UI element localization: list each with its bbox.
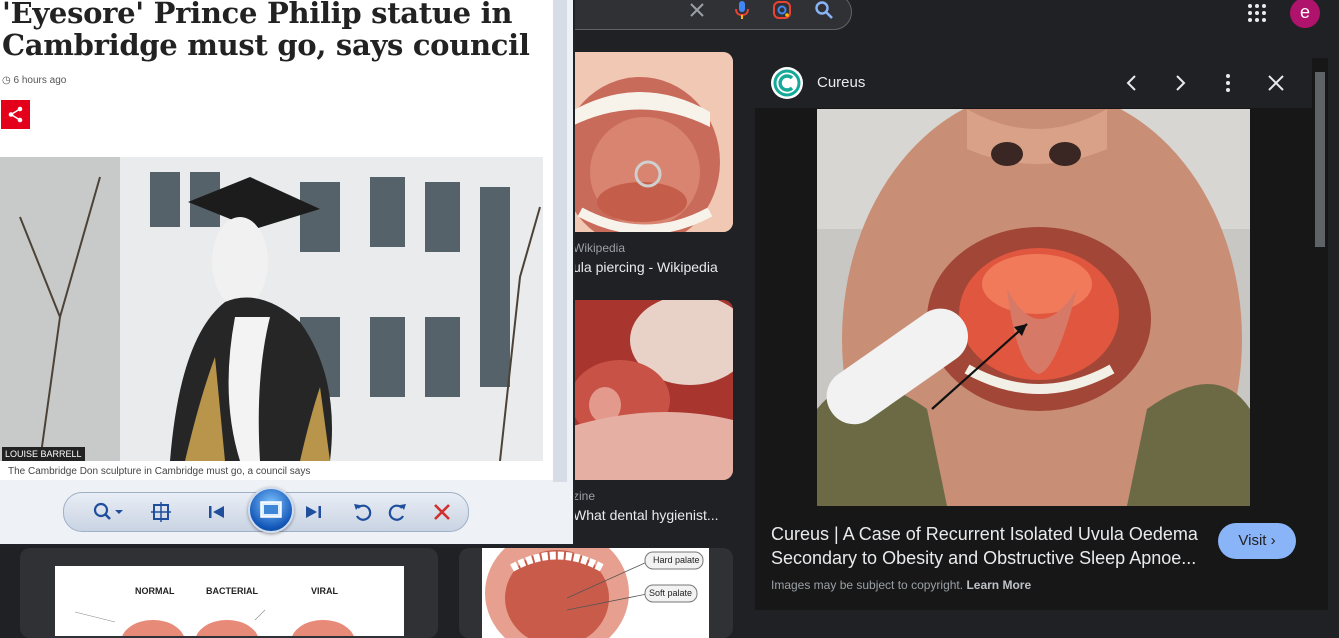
visit-label: Visit bbox=[1238, 532, 1267, 549]
diagram-label: BACTERIAL bbox=[206, 586, 258, 596]
result-card-tonsillitis[interactable]: NORMAL BACTERIAL VIRAL bbox=[20, 548, 438, 638]
copyright-text: Images may be subject to copyright. bbox=[771, 578, 964, 592]
share-button[interactable] bbox=[1, 100, 30, 129]
result-source: Wikipedia bbox=[573, 241, 626, 255]
rotate-counterclockwise-icon[interactable] bbox=[352, 502, 374, 522]
diagram-label: NORMAL bbox=[135, 586, 175, 596]
viewer-scrollbar[interactable] bbox=[553, 0, 567, 482]
mouth-piercing-photo bbox=[560, 52, 733, 232]
zoom-icon[interactable] bbox=[92, 502, 124, 522]
microphone-icon[interactable] bbox=[731, 0, 753, 21]
preview-header: Cureus bbox=[755, 58, 1312, 108]
preview-title[interactable]: Cureus | A Case of Recurrent Isolated Uv… bbox=[771, 522, 1211, 570]
mouth-diagrams bbox=[74, 609, 354, 636]
scrollbar-thumb[interactable] bbox=[1315, 72, 1325, 247]
chevron-right-icon: › bbox=[1270, 532, 1276, 549]
visit-button[interactable]: Visit › bbox=[1218, 523, 1296, 559]
article-timestamp: ◷ 6 hours ago bbox=[2, 75, 66, 86]
next-photo-icon[interactable] bbox=[302, 502, 324, 522]
diagram-label: VIRAL bbox=[311, 586, 338, 596]
timestamp-text: 6 hours ago bbox=[13, 75, 67, 86]
more-options-icon[interactable] bbox=[1216, 71, 1240, 95]
share-icon bbox=[8, 106, 23, 123]
learn-more-link[interactable]: Learn More bbox=[966, 578, 1031, 592]
close-icon[interactable] bbox=[1264, 71, 1288, 95]
result-image-uvula-piercing[interactable] bbox=[560, 52, 733, 232]
article-screenshot: 'Eyesore' Prince Philip statue in Cambri… bbox=[0, 0, 553, 480]
clear-icon[interactable] bbox=[686, 0, 708, 21]
previous-photo-icon[interactable] bbox=[206, 502, 228, 522]
statue-photo bbox=[0, 157, 543, 461]
site-name[interactable]: Cureus bbox=[817, 74, 865, 91]
slideshow-button[interactable] bbox=[248, 487, 294, 533]
preview-image[interactable] bbox=[817, 89, 1250, 589]
rotate-clockwise-icon[interactable] bbox=[386, 502, 408, 522]
apps-grid-icon[interactable] bbox=[1247, 3, 1267, 23]
preview-scrollbar[interactable] bbox=[1312, 58, 1328, 610]
open-mouth-photo bbox=[817, 89, 1250, 589]
viewer-toolbar bbox=[63, 487, 469, 533]
palate-label: Hard palate bbox=[653, 555, 700, 565]
palate-diagram: Hard palate Soft palate bbox=[482, 548, 709, 638]
search-input[interactable] bbox=[540, 0, 852, 30]
photo-caption: The Cambridge Don sculpture in Cambridge… bbox=[8, 466, 311, 477]
actual-size-icon[interactable] bbox=[150, 502, 172, 522]
delete-icon[interactable] bbox=[431, 502, 453, 522]
photo-viewer-window: 'Eyesore' Prince Philip statue in Cambri… bbox=[0, 0, 575, 546]
site-logo-icon bbox=[771, 67, 803, 99]
copyright-notice: Images may be subject to copyright. Lear… bbox=[771, 578, 1031, 592]
result-title[interactable]: ula piercing - Wikipedia bbox=[573, 259, 733, 275]
result-source: zine bbox=[573, 489, 596, 503]
lens-icon[interactable] bbox=[771, 0, 793, 21]
search-icon[interactable] bbox=[813, 0, 835, 21]
palate-label: Soft palate bbox=[649, 588, 693, 598]
throat-photo bbox=[560, 300, 733, 480]
statue-illustration bbox=[0, 157, 543, 461]
image-preview-panel: Cureus Cureus | A Case of Recurrent Isol… bbox=[755, 58, 1312, 610]
result-image-throat[interactable] bbox=[560, 300, 733, 480]
clock-icon: ◷ bbox=[2, 75, 11, 86]
article-headline: 'Eyesore' Prince Philip statue in Cambri… bbox=[2, 0, 530, 62]
result-title[interactable]: What dental hygienist... bbox=[573, 507, 733, 523]
account-avatar[interactable]: e bbox=[1290, 0, 1320, 28]
previous-icon[interactable] bbox=[1120, 71, 1144, 95]
slideshow-icon bbox=[260, 501, 282, 518]
result-card-palate[interactable]: Hard palate Soft palate bbox=[459, 548, 733, 638]
next-icon[interactable] bbox=[1168, 71, 1192, 95]
photo-credit: LOUISE BARRELL bbox=[2, 447, 85, 461]
